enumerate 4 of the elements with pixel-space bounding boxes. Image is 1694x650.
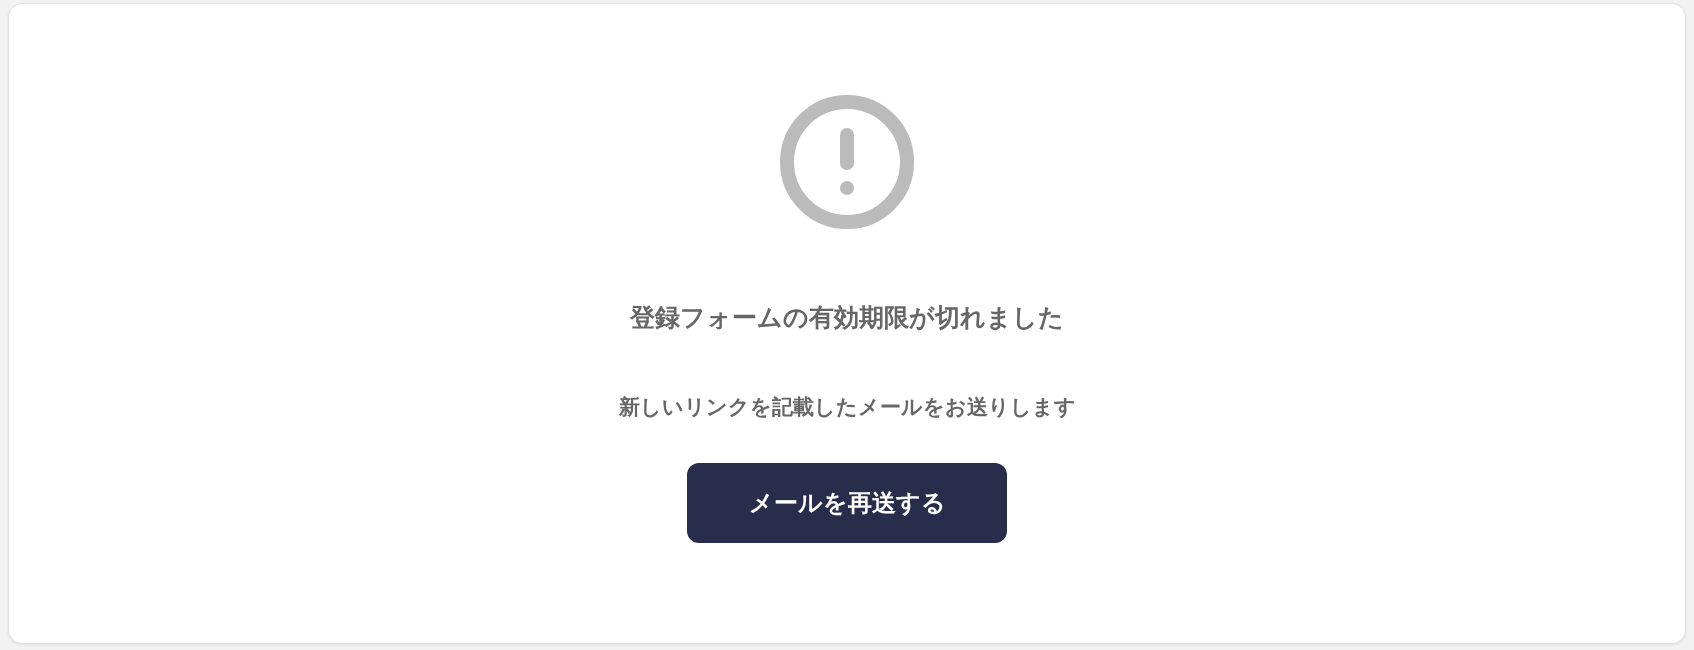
error-title: 登録フォームの有効期限が切れました <box>630 303 1064 333</box>
error-message: 新しいリンクを記載したメールをお送りします <box>618 395 1076 421</box>
warning-icon <box>780 95 914 229</box>
resend-email-button[interactable]: メールを再送する <box>687 463 1007 544</box>
